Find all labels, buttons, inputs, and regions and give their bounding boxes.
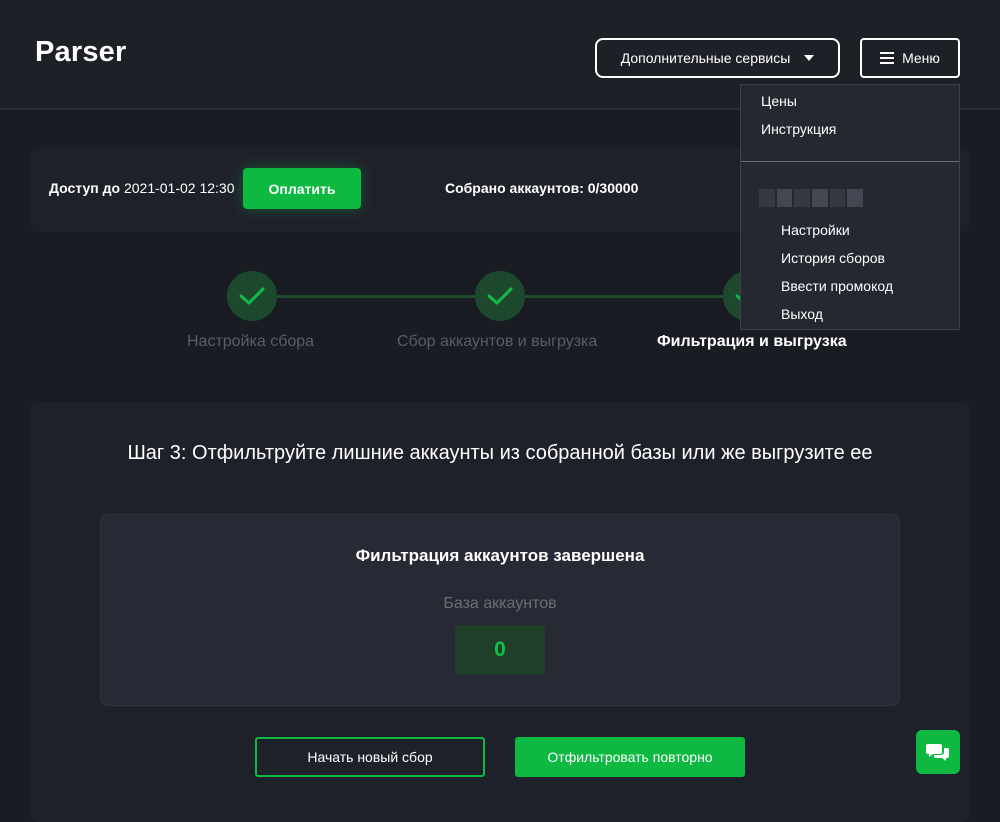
chat-button[interactable]	[916, 730, 960, 774]
access-date: 2021-01-02 12:30	[123, 180, 235, 196]
step-1-indicator	[227, 271, 277, 321]
access-info: Доступ до 2021-01-02 12:30	[49, 180, 235, 196]
chat-icon	[926, 744, 949, 761]
blurred-username	[759, 189, 864, 207]
result-box: Фильтрация аккаунтов завершена База акка…	[100, 514, 900, 706]
refilter-button[interactable]: Отфильтровать повторно	[515, 737, 745, 777]
menu-item-history[interactable]: История сборов	[781, 250, 885, 266]
menu-label: Меню	[902, 50, 940, 66]
step-connector-2	[525, 295, 725, 298]
collected-count: Собрано аккаунтов: 0/30000	[445, 180, 639, 196]
db-label: База аккаунтов	[443, 595, 557, 612]
app-logo[interactable]: Parser	[35, 36, 127, 69]
access-label: Доступ до	[49, 180, 121, 196]
db-count: 0	[455, 625, 545, 675]
caret-down-icon	[804, 55, 815, 61]
menu-divider	[741, 161, 959, 162]
check-icon	[239, 287, 265, 305]
menu-item-prices[interactable]: Цены	[761, 93, 797, 109]
services-dropdown-button[interactable]: Дополнительные сервисы	[595, 38, 840, 78]
pay-button[interactable]: Оплатить	[243, 168, 361, 209]
step-2-label: Сбор аккаунтов и выгрузка	[397, 333, 598, 350]
menu-dropdown: Цены Инструкция Настройки История сборов…	[740, 84, 960, 330]
check-icon	[487, 287, 513, 305]
new-collection-button[interactable]: Начать новый сбор	[255, 737, 485, 777]
step-connector-1	[277, 295, 477, 298]
step-2-indicator	[475, 271, 525, 321]
hamburger-icon	[880, 52, 895, 64]
step-title: Шаг 3: Отфильтруйте лишние аккаунты из с…	[127, 442, 873, 464]
menu-item-promocode[interactable]: Ввести промокод	[781, 278, 893, 294]
services-label: Дополнительные сервисы	[620, 50, 791, 66]
result-title: Фильтрация аккаунтов завершена	[355, 546, 645, 565]
menu-item-instructions[interactable]: Инструкция	[761, 121, 836, 137]
menu-item-logout[interactable]: Выход	[781, 306, 823, 322]
main-card: Шаг 3: Отфильтруйте лишние аккаунты из с…	[30, 402, 970, 822]
step-1-label: Настройка сбора	[187, 333, 315, 350]
step-3-label: Фильтрация и выгрузка	[657, 333, 847, 350]
menu-button[interactable]: Меню	[860, 38, 960, 78]
menu-item-settings[interactable]: Настройки	[781, 222, 850, 238]
